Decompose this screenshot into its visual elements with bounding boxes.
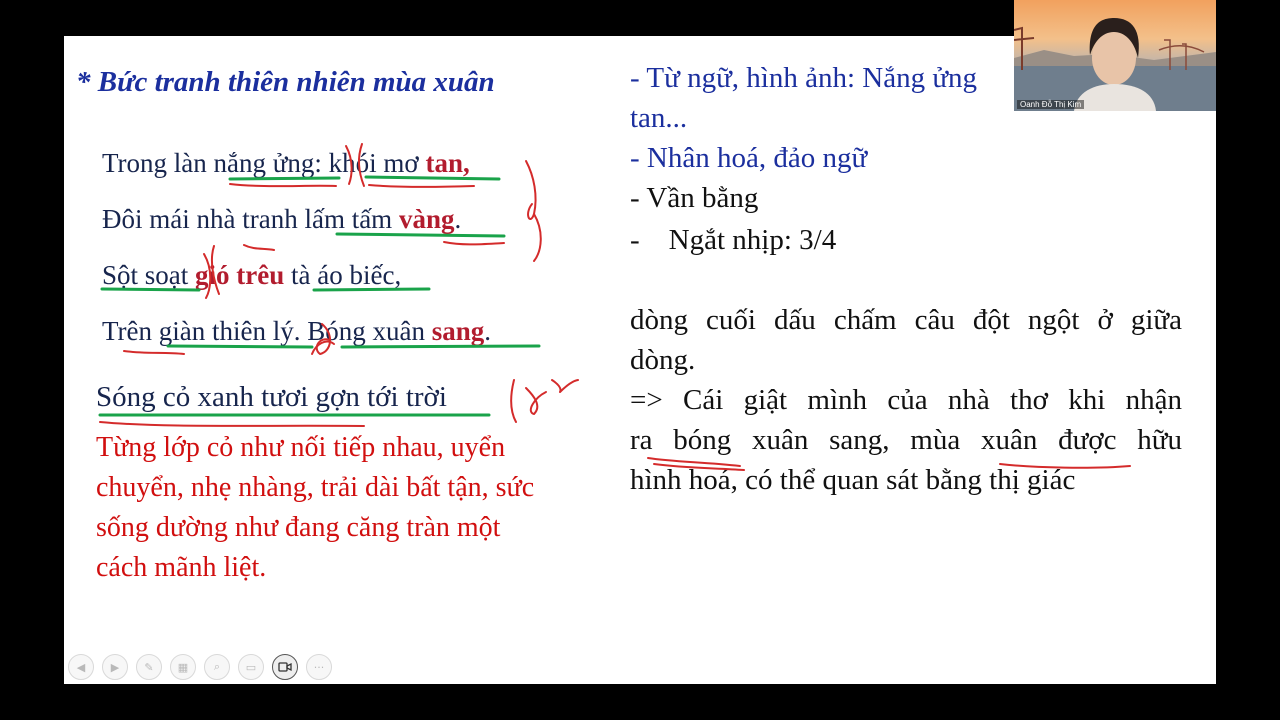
right-item-3: - Vần bằng	[630, 182, 759, 214]
paragraph-line: dòng.	[630, 344, 696, 376]
analysis-text: Từng lớp cỏ như nối tiếp nhau, uyển chuy…	[96, 432, 535, 583]
pen-icon[interactable]: ✎	[136, 654, 162, 680]
paragraph-line: => Cái giật mình của nhà thơ khi nhận	[630, 384, 1182, 416]
poem-highlight: tan,	[425, 148, 470, 178]
verse-line-5: Sóng cỏ xanh tươi gợn tới trời	[96, 381, 447, 413]
poem-text: giàn thiên lý	[158, 316, 294, 346]
poem-text: lấm tấm	[304, 204, 399, 234]
poem-line-2: Đôi mái nhà tranh lấm tấm vàng.	[102, 204, 461, 235]
right-paragraph: dòng cuối dấu chấm câu đột ngột ở giữa d…	[630, 300, 1182, 500]
slide-title: * Bức tranh thiên nhiên mùa xuân	[76, 66, 495, 98]
subtitle-icon[interactable]: ▭	[238, 654, 264, 680]
poem-text: tà áo biếc,	[284, 260, 402, 290]
slideshow-toolbar: ◀ ▶ ✎ ▦ ⌕ ▭ ···	[68, 654, 332, 680]
slides-icon[interactable]: ▦	[170, 654, 196, 680]
poem-text: Đôi mái nhà tranh	[102, 204, 305, 234]
presentation-slide: * Bức tranh thiên nhiên mùa xuân Trong l…	[64, 36, 1216, 684]
participant-name: Oanh Đỗ Thị Kim	[1017, 100, 1085, 109]
poem-text: . Bóng xuân	[293, 316, 432, 346]
webcam-scene	[1014, 18, 1216, 111]
poem-text: Sột soạt	[102, 260, 196, 290]
poem-highlight: gió trêu	[195, 260, 285, 290]
poem-text: .	[484, 316, 492, 346]
more-icon[interactable]: ···	[306, 654, 332, 680]
poem-text: Trên	[102, 316, 159, 346]
poem-text: :	[314, 148, 329, 178]
next-icon[interactable]: ▶	[102, 654, 128, 680]
paragraph-line: hình hoá, có thể quan sát bằng thị giác	[630, 464, 1076, 496]
right-item-4: - Ngắt nhịp: 3/4	[630, 224, 837, 256]
poem-text: khói mơ	[328, 148, 426, 178]
right-item-1-cont: tan...	[630, 102, 688, 134]
poem-text: nắng ửng	[213, 148, 315, 178]
poem-highlight: vàng	[398, 204, 455, 234]
prev-icon[interactable]: ◀	[68, 654, 94, 680]
zoom-icon[interactable]: ⌕	[204, 654, 230, 680]
right-item-2: - Nhân hoá, đảo ngữ	[630, 142, 868, 174]
webcam-video: Oanh Đỗ Thị Kim	[1014, 0, 1216, 111]
poem-text: .	[454, 204, 462, 234]
paragraph-line: ra bóng xuân sang, mùa xuân được hữu	[630, 424, 1182, 456]
camera-icon[interactable]	[272, 654, 298, 680]
right-item-1: - Từ ngữ, hình ảnh: Nắng ửng	[630, 62, 978, 94]
paragraph-line: dòng cuối dấu chấm câu đột ngột ở giữa	[630, 304, 1182, 336]
poem-text: Trong làn	[102, 148, 214, 178]
poem-line-4: Trên giàn thiên lý. Bóng xuân sang.	[102, 316, 491, 347]
poem-line-1: Trong làn nắng ửng: khói mơ tan,	[102, 148, 470, 179]
poem-highlight: sang	[431, 316, 485, 346]
poem-line-3: Sột soạt gió trêu tà áo biếc,	[102, 260, 401, 291]
